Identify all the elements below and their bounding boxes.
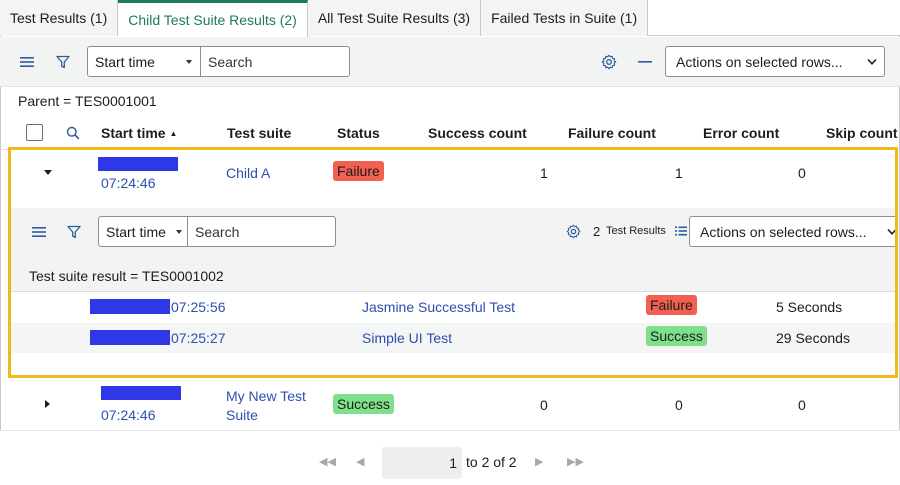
search-input[interactable] (200, 46, 350, 77)
success-count-value: 0 (540, 397, 548, 413)
expand-row-icon[interactable] (45, 400, 50, 408)
actions-select-label: Actions on selected rows... (676, 53, 843, 70)
column-header-label: Start time (101, 125, 166, 141)
nested-test-link[interactable]: Jasmine Successful Test (362, 299, 515, 315)
nested-breadcrumb-bar: Test suite result = TES0001002 (11, 260, 895, 292)
pagination-bar: ◀◀ ◀ to 2 of 2 ▶ ▶▶ (0, 430, 900, 485)
next-page-icon[interactable]: ▶ (535, 455, 543, 468)
actions-select[interactable]: Actions on selected rows... (665, 46, 885, 77)
duration-value: 29 Seconds (776, 330, 850, 346)
sort-ascending-icon: ▲ (169, 129, 178, 138)
row-start-time-link[interactable]: 07:24:46 (101, 175, 156, 191)
nested-search-field-label: Start time (106, 223, 166, 240)
hamburger-menu-icon[interactable] (28, 221, 50, 243)
redacted-date (90, 330, 170, 345)
gear-icon[interactable] (562, 220, 584, 242)
tab-all-test-suite-results[interactable]: All Test Suite Results (3) (307, 0, 482, 36)
row-test-suite-link[interactable]: My New Test (226, 388, 306, 404)
column-header-success-count[interactable]: Success count (428, 125, 527, 141)
chevron-down-icon (176, 229, 182, 234)
select-all-checkbox[interactable] (26, 124, 43, 141)
hamburger-menu-icon[interactable] (16, 51, 38, 73)
redacted-date (101, 386, 181, 400)
nested-breadcrumb: Test suite result = TES0001002 (29, 268, 224, 284)
previous-page-icon[interactable]: ◀ (356, 455, 364, 468)
record-count: 2 (593, 224, 601, 239)
column-header-start-time[interactable]: Start time ▲ (101, 125, 177, 141)
chevron-down-icon (887, 228, 897, 235)
page-number-input[interactable] (382, 447, 462, 479)
nested-actions-select[interactable]: Actions on selected rows... (689, 216, 897, 247)
nested-start-time-link[interactable]: 07:25:27 (171, 330, 226, 346)
nested-list-toolbar: Start time 2 Test Results Actions on sel… (11, 208, 897, 260)
collapse-minus-icon[interactable] (634, 51, 656, 73)
table-header-row: Start time ▲ Test suite Status Success c… (0, 116, 900, 150)
related-list-tabs: Test Results (1) Child Test Suite Result… (0, 0, 900, 37)
status-badge: Failure (646, 295, 697, 315)
success-count-value: 1 (540, 165, 548, 181)
breadcrumb: Parent = TES0001001 (18, 93, 157, 109)
redacted-date (98, 157, 178, 171)
column-header-skip-count[interactable]: Skip count (826, 125, 898, 141)
chevron-down-icon (186, 59, 192, 64)
list-toolbar: Start time Actions on selected rows... (0, 37, 900, 87)
error-count-value: 0 (798, 165, 806, 181)
page-range-text: to 2 of 2 (466, 454, 517, 470)
row-test-suite-link[interactable]: Child A (226, 165, 270, 181)
search-field-label: Start time (95, 53, 155, 70)
filter-icon[interactable] (63, 221, 85, 243)
gear-icon[interactable] (598, 51, 620, 73)
failure-count-value: 1 (675, 165, 683, 181)
search-field-select[interactable]: Start time (87, 46, 201, 77)
row-start-time-link[interactable]: 07:24:46 (101, 407, 156, 423)
tab-child-test-suite-results[interactable]: Child Test Suite Results (2) (118, 0, 308, 37)
failure-count-value: 0 (675, 397, 683, 413)
nested-search-field-select[interactable]: Start time (98, 216, 188, 247)
tab-failed-tests-in-suite[interactable]: Failed Tests in Suite (1) (481, 0, 649, 36)
record-count-label: Test Results (606, 225, 666, 237)
column-header-error-count[interactable]: Error count (703, 125, 779, 141)
nested-actions-select-label: Actions on selected rows... (700, 223, 867, 240)
redacted-date (90, 299, 170, 314)
column-header-test-suite[interactable]: Test suite (227, 125, 291, 141)
status-badge: Success (646, 326, 707, 346)
error-count-value: 0 (798, 397, 806, 413)
column-header-failure-count[interactable]: Failure count (568, 125, 656, 141)
status-badge: Success (333, 394, 394, 414)
collapse-row-icon[interactable] (44, 170, 52, 175)
last-page-icon[interactable]: ▶▶ (567, 455, 584, 468)
column-header-status[interactable]: Status (337, 125, 380, 141)
nested-search-input[interactable] (187, 216, 336, 247)
first-page-icon[interactable]: ◀◀ (319, 455, 336, 468)
status-badge: Failure (333, 161, 384, 181)
nested-start-time-link[interactable]: 07:25:56 (171, 299, 226, 315)
tab-test-results[interactable]: Test Results (1) (0, 0, 119, 36)
duration-value: 5 Seconds (776, 299, 843, 315)
filter-icon[interactable] (52, 51, 74, 73)
nested-test-link[interactable]: Simple UI Test (362, 330, 452, 346)
search-icon[interactable] (62, 122, 84, 144)
row-test-suite-link-line2[interactable]: Suite (226, 407, 258, 423)
chevron-down-icon (867, 58, 877, 65)
